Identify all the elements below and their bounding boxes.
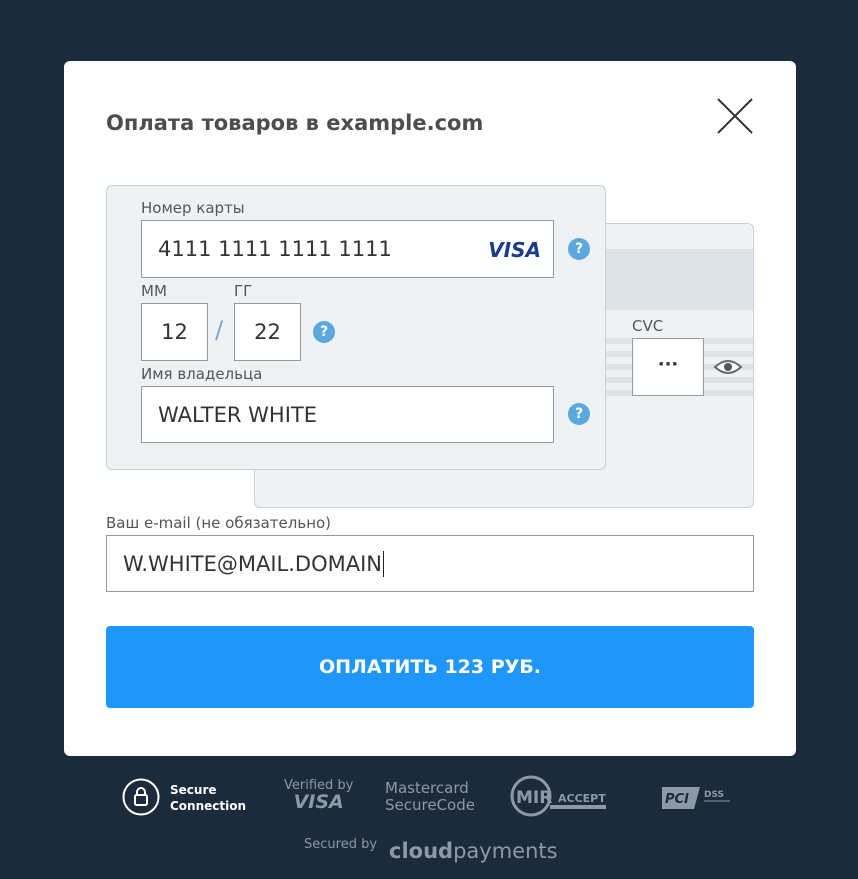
holder-input[interactable]: WALTER WHITE: [141, 386, 554, 443]
card-number-label: Номер карты: [141, 199, 245, 217]
svg-text:PCI: PCI: [665, 792, 689, 807]
email-value: W.WHITE@MAIL.DOMAIN: [123, 551, 383, 576]
close-icon[interactable]: [716, 97, 754, 135]
cvc-input[interactable]: ···: [632, 338, 704, 396]
verified-line2: VISA: [293, 791, 344, 813]
cloudpayments-logo: cloudpayments: [389, 839, 558, 863]
modal-title: Оплата товаров в example.com: [106, 111, 484, 135]
svg-text:ACCEPT: ACCEPT: [558, 792, 606, 805]
verified-by-visa-logo: Verified by VISA: [284, 778, 353, 813]
holder-label: Имя владельца: [141, 365, 263, 383]
month-input[interactable]: 12: [141, 303, 208, 361]
brand-part2: payments: [453, 839, 558, 863]
card-number-input[interactable]: 4111 1111 1111 1111 VISA: [141, 220, 554, 278]
pci-dss-icon: PCI DSS: [662, 787, 730, 809]
lock-icon: [122, 778, 160, 816]
secured-by-text: Secured by: [304, 837, 378, 852]
help-icon[interactable]: ?: [568, 403, 590, 425]
secure-line2: Connection: [170, 799, 247, 813]
payment-modal: Оплата товаров в example.com CVC ··· Ном…: [64, 61, 796, 756]
pay-button[interactable]: ОПЛАТИТЬ 123 РУБ.: [106, 626, 754, 708]
card-number-value: 4111 1111 1111 1111: [158, 237, 392, 261]
secure-line1: Secure: [170, 783, 217, 797]
eye-icon[interactable]: [713, 355, 743, 379]
month-label: ММ: [141, 282, 167, 300]
year-input[interactable]: 22: [234, 303, 301, 361]
cvc-label: CVC: [632, 317, 664, 335]
email-label: Ваш e-mail (не обязательно): [106, 514, 332, 532]
mc-line1: Mastercard: [385, 779, 469, 797]
text-caret: [383, 550, 385, 577]
mc-line2: SecureCode: [385, 796, 475, 814]
help-icon[interactable]: ?: [568, 238, 590, 260]
secure-connection-text: Secure Connection: [170, 782, 246, 814]
help-icon[interactable]: ?: [313, 321, 335, 343]
date-separator: /: [215, 316, 224, 344]
svg-text:MIR: MIR: [516, 788, 552, 808]
card-front: Номер карты 4111 1111 1111 1111 VISA ? М…: [106, 185, 606, 470]
brand-part1: cloud: [389, 839, 454, 863]
mir-accept-icon: MIR ACCEPT: [510, 775, 606, 817]
email-input[interactable]: W.WHITE@MAIL.DOMAIN: [106, 535, 754, 592]
visa-logo-icon: VISA: [488, 238, 541, 262]
mastercard-securecode-logo: Mastercard SecureCode: [385, 780, 475, 814]
year-label: ГГ: [234, 282, 253, 300]
svg-text:DSS: DSS: [704, 790, 724, 800]
